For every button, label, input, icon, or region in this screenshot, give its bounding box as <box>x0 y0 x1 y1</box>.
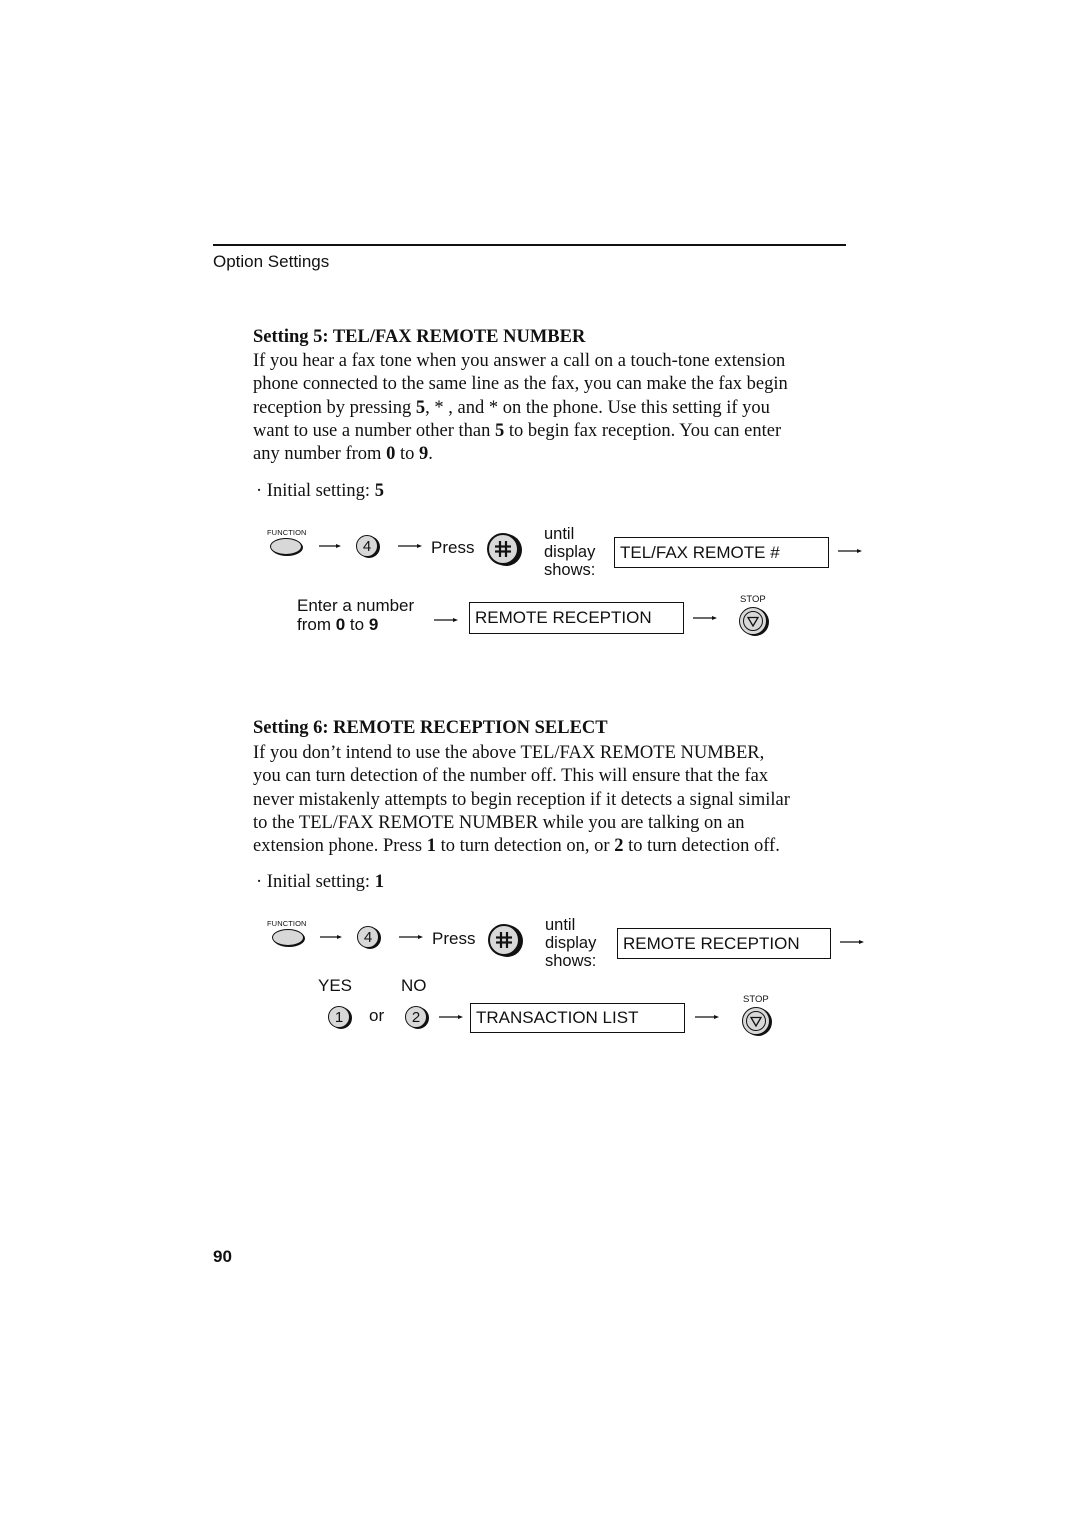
header-rule <box>213 244 846 246</box>
hash-key-button[interactable] <box>487 533 519 565</box>
page-number: 90 <box>213 1247 232 1266</box>
until-line: shows: <box>544 561 596 579</box>
paragraph-line: phone connected to the same line as the … <box>253 374 788 395</box>
setting6-initial-setting: · Initial setting: 1 <box>256 872 384 893</box>
setting5-paragraph: If you hear a fax tone when you answer a… <box>253 350 853 466</box>
until-line: display <box>544 543 596 561</box>
bullet-dot: · <box>256 872 263 892</box>
range-min: 0 <box>335 615 346 634</box>
range-text: from <box>297 615 336 634</box>
until-display-shows-label: until display shows: <box>544 525 595 579</box>
arrow-icon <box>399 932 423 942</box>
arrow-icon <box>434 615 458 625</box>
range-max: 9 <box>368 615 379 634</box>
paragraph-line: to the TEL/FAX REMOTE NUMBER while you a… <box>253 812 745 833</box>
stop-icon <box>743 611 763 631</box>
arrow-icon <box>840 937 864 947</box>
yes-label: YES <box>318 976 353 995</box>
paragraph-line: never mistakenly attempts to begin recep… <box>253 789 790 810</box>
lcd-display-remote-reception: REMOTE RECEPTION <box>469 602 684 634</box>
paragraph-line: any number from 0 to 9. <box>253 444 433 465</box>
initial-setting-value: 1 <box>374 872 384 892</box>
initial-setting-label: Initial setting: <box>266 481 375 501</box>
paragraph-line: want to use a number other than 5 to beg… <box>253 420 782 441</box>
press-label: Press <box>431 538 475 557</box>
hash-icon <box>495 541 511 557</box>
stop-key-label: STOP <box>740 594 766 605</box>
arrow-icon <box>695 1012 719 1022</box>
function-key-label: FUNCTION <box>267 528 307 537</box>
stop-icon <box>746 1011 766 1031</box>
bullet-dot: · <box>256 481 263 501</box>
enter-number-instruction: Enter a number from 0 to 9 <box>297 596 414 634</box>
initial-setting-value: 5 <box>374 481 384 501</box>
setting5-heading: Setting 5: TEL/FAX REMOTE NUMBER <box>253 327 586 347</box>
key-1-yes-button[interactable]: 1 <box>328 1006 350 1028</box>
arrow-icon <box>838 546 862 556</box>
stop-key-label: STOP <box>743 994 769 1005</box>
until-line: until <box>545 916 576 934</box>
stop-button[interactable] <box>739 607 767 635</box>
until-line: shows: <box>545 952 597 970</box>
hash-key-button[interactable] <box>488 924 520 956</box>
paragraph-line: If you don’t intend to use the above TEL… <box>253 743 765 763</box>
until-display-shows-label: until display shows: <box>545 916 596 970</box>
until-line: display <box>545 934 597 952</box>
key-4-button[interactable]: 4 <box>356 535 378 557</box>
arrow-icon <box>319 541 341 551</box>
lcd-display-transaction-list: TRANSACTION LIST <box>470 1003 685 1033</box>
enter-range: from 0 to 9 <box>297 615 414 634</box>
function-key-label: FUNCTION <box>267 919 307 928</box>
range-text: to <box>345 615 369 634</box>
or-label: or <box>369 1006 385 1025</box>
enter-line: Enter a number <box>297 596 415 615</box>
section-title: Option Settings <box>213 252 330 271</box>
arrow-icon <box>398 541 422 551</box>
no-label: NO <box>401 976 427 995</box>
paragraph-line: reception by pressing 5, * , and * on th… <box>253 397 770 418</box>
initial-setting-label: Initial setting: <box>266 872 375 892</box>
paragraph-line: If you hear a fax tone when you answer a… <box>253 351 786 371</box>
hash-icon <box>496 932 512 948</box>
arrow-icon <box>320 932 342 942</box>
setting6-heading: Setting 6: REMOTE RECEPTION SELECT <box>253 718 608 738</box>
until-line: until <box>544 525 575 543</box>
stop-button[interactable] <box>742 1007 770 1035</box>
lcd-display-tel-fax-remote: TEL/FAX REMOTE # <box>614 537 829 568</box>
arrow-icon <box>693 613 717 623</box>
key-4-button[interactable]: 4 <box>357 926 379 948</box>
setting5-initial-setting: · Initial setting: 5 <box>256 481 384 502</box>
lcd-display-remote-reception: REMOTE RECEPTION <box>617 928 831 959</box>
setting6-paragraph: If you don’t intend to use the above TEL… <box>253 742 853 858</box>
press-label: Press <box>432 929 476 948</box>
paragraph-line: extension phone. Press 1 to turn detecti… <box>253 836 780 857</box>
paragraph-line: you can turn detection of the number off… <box>253 766 769 787</box>
function-key-icon[interactable] <box>272 929 304 946</box>
function-key-icon[interactable] <box>270 538 302 555</box>
arrow-icon <box>439 1012 463 1022</box>
key-2-no-button[interactable]: 2 <box>405 1006 427 1028</box>
